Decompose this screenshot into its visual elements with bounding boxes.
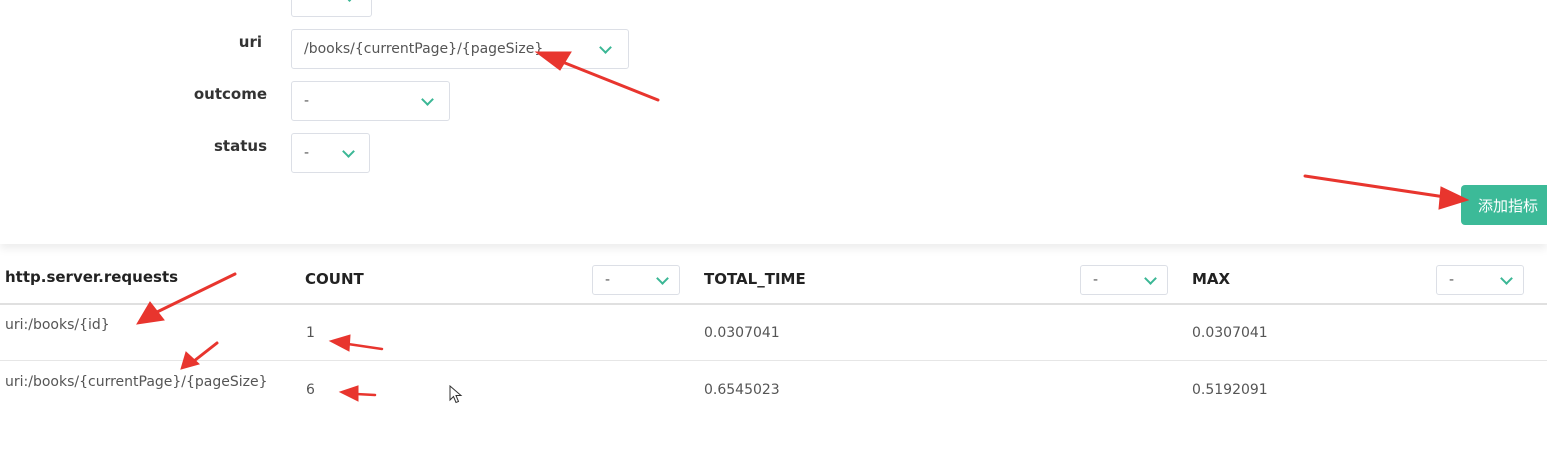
table-header-total-time: TOTAL_TIME (704, 270, 806, 288)
filter-label-uri: uri (238, 33, 262, 51)
chevron-down-icon (342, 145, 355, 158)
filter-label-outcome: outcome (193, 85, 267, 103)
mouse-cursor-icon (449, 385, 463, 404)
status-select[interactable]: - (291, 133, 370, 173)
table-header-count: COUNT (305, 270, 364, 288)
status-select-value: - (304, 145, 310, 161)
header-divider (0, 303, 1547, 305)
max-select-value: - (1449, 272, 1455, 288)
chevron-down-icon (1500, 272, 1513, 285)
annotation-arrow (136, 301, 165, 325)
annotation-arrow (192, 341, 219, 363)
chevron-down-icon (1144, 272, 1157, 285)
total-time-select-value: - (1093, 272, 1099, 288)
annotation-arrow (328, 334, 351, 352)
row-tag: uri:/books/{id} (5, 317, 110, 333)
partial-select[interactable] (291, 0, 372, 17)
uri-select-value: /books/{currentPage}/{pageSize} (304, 41, 544, 57)
row-total-time: 0.6545023 (704, 382, 780, 398)
max-select[interactable]: - (1436, 265, 1524, 295)
chevron-down-icon (656, 272, 669, 285)
chevron-down-icon (421, 93, 434, 106)
row-divider (0, 360, 1547, 361)
row-count: 1 (306, 325, 315, 341)
row-count: 6 (306, 382, 315, 398)
filter-panel: uri /books/{currentPage}/{pageSize} outc… (0, 0, 1547, 244)
annotation-arrow (346, 342, 384, 351)
outcome-select-value: - (304, 93, 310, 109)
row-total-time: 0.0307041 (704, 325, 780, 341)
count-select[interactable]: - (592, 265, 680, 295)
total-time-select[interactable]: - (1080, 265, 1168, 295)
row-max: 0.0307041 (1192, 325, 1268, 341)
filter-label-status: status (214, 137, 267, 155)
count-select-value: - (605, 272, 611, 288)
annotation-arrow (338, 385, 359, 402)
row-max: 0.5192091 (1192, 382, 1268, 398)
chevron-down-icon (343, 0, 356, 2)
annotation-arrow (354, 392, 377, 397)
table-header-max: MAX (1192, 270, 1231, 288)
table-header-metric-name: http.server.requests (5, 268, 179, 286)
row-tag: uri:/books/{currentPage}/{pageSize} (5, 374, 268, 390)
uri-select[interactable]: /books/{currentPage}/{pageSize} (291, 29, 629, 69)
chevron-down-icon (599, 41, 612, 54)
outcome-select[interactable]: - (291, 81, 450, 121)
add-metric-button[interactable]: 添加指标 (1461, 185, 1547, 225)
